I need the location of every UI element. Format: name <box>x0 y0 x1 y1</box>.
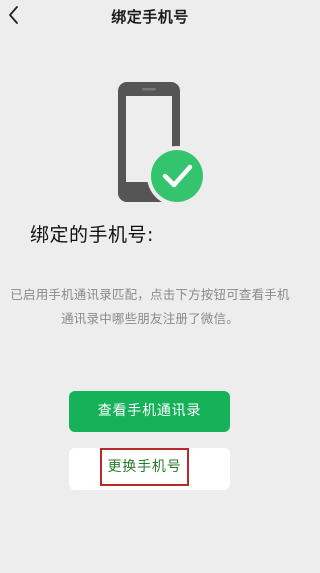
view-contacts-button[interactable]: 查看手机通讯录 <box>69 391 230 432</box>
page-title: 绑定手机号 <box>111 8 189 26</box>
check-badge-icon <box>147 146 207 206</box>
phone-verified-illustration <box>110 80 210 210</box>
bound-phone-heading: 绑定的手机号: <box>30 224 154 246</box>
change-phone-label[interactable]: 更换手机号 <box>100 448 189 486</box>
contacts-match-description: 已启用手机通讯录匹配，点击下方按钮可查看手机通讯录中哪些朋友注册了微信。 <box>10 287 290 326</box>
navigation-bar: 绑定手机号 <box>0 0 300 34</box>
change-phone-button[interactable]: 更换手机号 <box>69 448 230 490</box>
